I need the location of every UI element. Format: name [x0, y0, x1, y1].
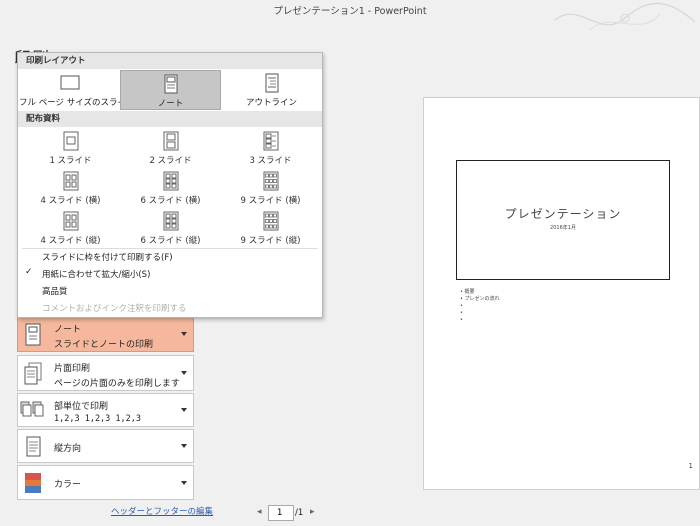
handout-label: 2 スライド	[149, 156, 192, 166]
color-icon	[25, 473, 41, 493]
option-frame-slides[interactable]: スライドに枠を付けて印刷する(F)	[42, 251, 173, 263]
print-layout-section-header: 印刷レイアウト	[18, 53, 322, 69]
color-setting[interactable]: カラー	[17, 465, 194, 500]
handout-label: 9 スライド (縦)	[240, 236, 301, 246]
layout-option-label: アウトライン	[245, 98, 297, 108]
handout-6-horizontal-option[interactable]: 6 スライド (横)	[120, 169, 221, 207]
next-page-arrow-icon[interactable]: ▸	[310, 507, 315, 517]
orientation-title: 縦方向	[54, 444, 82, 454]
outline-icon	[265, 73, 278, 93]
preview-notes: • 概要 • プレゼンの流れ • • •	[460, 289, 500, 324]
handout-label: 6 スライド (横)	[140, 196, 201, 206]
preview-slide-subtitle: 2016年1月	[550, 225, 576, 231]
layout-option-full-page[interactable]: フル ページ サイズのスライド	[19, 70, 135, 110]
handout-4-horizontal-option[interactable]: 4 スライド (横)	[20, 169, 121, 207]
preview-page-number: 1	[688, 462, 693, 470]
handout-9-horizontal-option[interactable]: 9 スライド (横)	[220, 169, 321, 207]
one-sided-print-icon	[24, 362, 42, 385]
handout-1-slide-option[interactable]: 1 スライド	[20, 129, 121, 167]
preview-note-line: •	[460, 303, 463, 309]
handout-1-slide-icon	[63, 131, 78, 151]
handout-label: 3 スライド	[249, 156, 292, 166]
collated-icon	[20, 401, 44, 417]
decorative-flourish	[554, 2, 696, 31]
preview-slide-title: プレゼンテーション	[504, 207, 622, 221]
handout-9-vertical-icon	[263, 211, 278, 231]
layout-option-notes[interactable]: ノート	[120, 70, 221, 110]
handout-9-horizontal-icon	[263, 171, 278, 191]
collation-subtitle: 1,2,3 1,2,3 1,2,3	[54, 414, 141, 424]
handout-label: 6 スライド (縦)	[140, 236, 201, 246]
handout-6-vertical-option[interactable]: 6 スライド (縦)	[120, 209, 221, 247]
chevron-down-icon	[181, 332, 187, 336]
preview-note-line: • プレゼンの流れ	[460, 296, 500, 302]
chevron-down-icon	[181, 480, 187, 485]
previous-page-arrow-icon[interactable]: ◂	[257, 507, 262, 517]
sides-title: 片面印刷	[54, 364, 91, 374]
handout-6-vertical-icon	[163, 211, 178, 231]
orientation-setting[interactable]: 縦方向	[17, 429, 194, 463]
handout-label: 4 スライド (縦)	[40, 236, 101, 246]
preview-note-line: •	[460, 317, 463, 323]
handout-label: 9 スライド (横)	[240, 196, 301, 206]
layout-option-label: フル ページ サイズのスライド	[19, 98, 135, 108]
edit-header-footer-link[interactable]: ヘッダーとフッターの編集	[111, 505, 213, 517]
option-print-comments: コメントおよびインク注釈を印刷する	[42, 304, 187, 314]
layout-option-outline[interactable]: アウトライン	[221, 70, 322, 110]
handout-6-horizontal-icon	[163, 171, 178, 191]
notes-page-icon	[25, 323, 41, 346]
sides-setting[interactable]: 片面印刷 ページの片面のみを印刷します	[17, 355, 194, 391]
option-high-quality[interactable]: 高品質	[42, 285, 68, 297]
chevron-down-icon	[181, 371, 187, 375]
option-scale-to-fit[interactable]: 用紙に合わせて拡大/縮小(S)	[42, 268, 150, 280]
total-pages: /1	[295, 508, 304, 518]
preview-note-line: • 概要	[460, 289, 475, 295]
handout-4-vertical-option[interactable]: 4 スライド (縦)	[20, 209, 121, 247]
handout-label: 4 スライド (横)	[40, 196, 101, 206]
collation-setting[interactable]: 部単位で印刷 1,2,3 1,2,3 1,2,3	[17, 393, 194, 427]
handout-3-slides-icon	[263, 131, 278, 151]
portrait-orientation-icon	[26, 436, 41, 457]
chevron-down-icon	[181, 408, 187, 412]
sides-subtitle: ページの片面のみを印刷します	[54, 379, 180, 389]
layout-option-label: ノート	[157, 99, 184, 109]
notes-page-icon	[164, 74, 177, 94]
chevron-down-icon	[181, 444, 187, 448]
preview-slide: プレゼンテーション 2016年1月	[456, 160, 670, 280]
options-divider	[22, 248, 318, 249]
handout-4-horizontal-icon	[63, 171, 78, 191]
checkmark-icon: ✓	[25, 267, 33, 277]
full-page-slide-icon	[60, 75, 79, 90]
handout-2-slides-icon	[163, 131, 178, 151]
handout-label: 1 スライド	[49, 156, 92, 166]
handout-9-vertical-option[interactable]: 9 スライド (縦)	[220, 209, 321, 247]
handout-4-vertical-icon	[63, 211, 78, 231]
handout-3-slides-option[interactable]: 3 スライド	[220, 129, 321, 167]
handout-2-slides-option[interactable]: 2 スライド	[120, 129, 221, 167]
print-preview-page: プレゼンテーション 2016年1月 • 概要 • プレゼンの流れ • • • 1	[423, 97, 700, 490]
collation-title: 部単位で印刷	[54, 402, 109, 412]
current-page-input[interactable]	[268, 505, 294, 521]
print-layout-subtitle: スライドとノートの印刷	[54, 340, 154, 350]
handouts-section-header: 配布資料	[18, 111, 322, 127]
print-layout-dropdown: 印刷レイアウト フル ページ サイズのスライド ノート アウトライン 配布資料	[17, 52, 323, 318]
print-layout-setting[interactable]: ノート スライドとノートの印刷	[17, 316, 194, 352]
color-title: カラー	[54, 480, 82, 490]
preview-note-line: •	[460, 310, 463, 316]
print-layout-title: ノート	[54, 325, 82, 335]
